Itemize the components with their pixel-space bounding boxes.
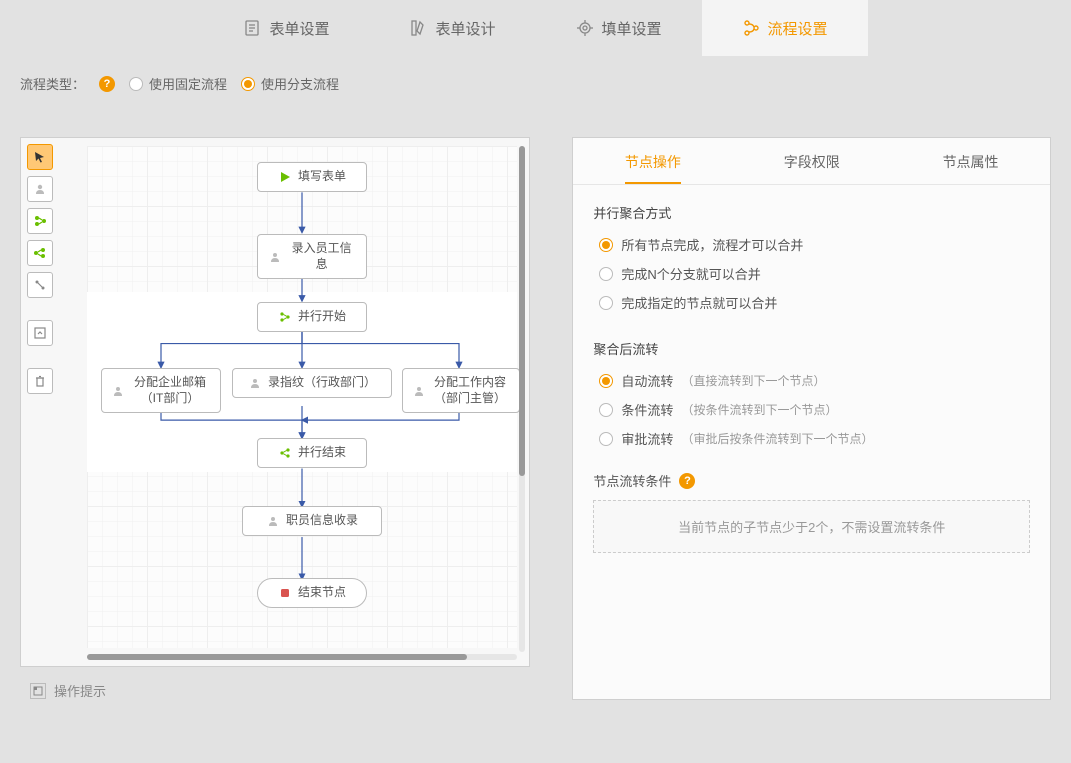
flow-canvas[interactable]: 填写表单 录入员工信息 并行开始 分配企业邮箱（IT部门） 录指纹（行政部门） …: [20, 137, 530, 667]
radio-icon: [599, 238, 613, 252]
radio-merge-all-label: 所有节点完成，流程才可以合并: [621, 235, 803, 254]
branch-icon: [278, 310, 292, 324]
cond-box: 当前节点的子节点少于2个，不需设置流转条件: [593, 500, 1030, 553]
radio-merge-n-label: 完成N个分支就可以合并: [621, 264, 760, 283]
tool-select[interactable]: [27, 144, 53, 170]
radio-post-approve-desc: （审批后按条件流转到下一个节点）: [681, 430, 873, 447]
node-label: 填写表单: [298, 169, 346, 185]
tool-merge-node[interactable]: [27, 240, 53, 266]
merge-icon: [278, 446, 292, 460]
cond-box-text: 当前节点的子节点少于2个，不需设置流转条件: [678, 520, 945, 535]
help-icon[interactable]: ?: [99, 76, 115, 92]
node-assign-work[interactable]: 分配工作内容（部门主管）: [402, 368, 520, 413]
tab-fill-settings-label: 填单设置: [602, 18, 662, 39]
form-settings-icon: [243, 19, 261, 37]
person-icon: [266, 514, 280, 528]
radio-icon: [599, 296, 613, 310]
radio-merge-n[interactable]: 完成N个分支就可以合并: [593, 259, 1030, 288]
radio-icon: [241, 77, 255, 91]
vertical-scrollbar[interactable]: [519, 146, 525, 652]
node-enter-employee[interactable]: 录入员工信息: [257, 234, 367, 279]
node-label: 并行结束: [298, 445, 346, 461]
radio-post-auto[interactable]: 自动流转 （直接流转到下一个节点）: [593, 366, 1030, 395]
operation-hint[interactable]: 操作提示: [20, 667, 548, 700]
person-icon: [112, 384, 124, 398]
radio-post-cond-desc: （按条件流转到下一个节点）: [681, 401, 837, 418]
tool-connector[interactable]: [27, 272, 53, 298]
radio-fixed-label: 使用固定流程: [149, 74, 227, 93]
person-icon: [413, 384, 425, 398]
help-icon[interactable]: ?: [679, 473, 695, 489]
radio-icon: [599, 403, 613, 417]
post-merge-title: 聚合后流转: [593, 339, 1030, 358]
node-fill-form[interactable]: 填写表单: [257, 162, 367, 192]
node-parallel-start[interactable]: 并行开始: [257, 302, 367, 332]
rp-tab-field-perm[interactable]: 字段权限: [784, 152, 840, 184]
node-label: 职员信息收录: [286, 513, 358, 529]
radio-icon: [599, 267, 613, 281]
play-icon: [278, 170, 292, 184]
radio-post-auto-desc: （直接流转到下一个节点）: [681, 372, 825, 389]
gear-icon: [576, 19, 594, 37]
radio-icon: [129, 77, 143, 91]
radio-post-approve-label: 审批流转: [621, 429, 673, 448]
rp-tab-node-attr[interactable]: 节点属性: [943, 152, 999, 184]
node-label: 录指纹（行政部门）: [268, 375, 376, 391]
tab-fill-settings[interactable]: 填单设置: [536, 0, 702, 56]
horizontal-scrollbar[interactable]: [87, 654, 517, 660]
radio-post-approve[interactable]: 审批流转 （审批后按条件流转到下一个节点）: [593, 424, 1030, 453]
radio-icon: [599, 374, 613, 388]
tab-process-settings-label: 流程设置: [768, 18, 828, 39]
radio-fixed-process[interactable]: 使用固定流程: [129, 74, 227, 93]
node-employee-record[interactable]: 职员信息收录: [242, 506, 382, 536]
radio-post-cond[interactable]: 条件流转 （按条件流转到下一个节点）: [593, 395, 1030, 424]
process-icon: [742, 19, 760, 37]
hint-icon: [30, 683, 46, 699]
node-label: 分配工作内容（部门主管）: [431, 375, 509, 406]
form-design-icon: [409, 19, 427, 37]
node-label: 录入员工信息: [287, 241, 356, 272]
node-end[interactable]: 结束节点: [257, 578, 367, 608]
op-hint-label: 操作提示: [54, 681, 106, 700]
radio-branch-label: 使用分支流程: [261, 74, 339, 93]
tool-fit[interactable]: [27, 320, 53, 346]
cond-title: 节点流转条件: [593, 471, 671, 490]
tab-form-design-label: 表单设计: [435, 18, 495, 39]
tool-person-node[interactable]: [27, 176, 53, 202]
radio-branch-process[interactable]: 使用分支流程: [241, 74, 339, 93]
node-assign-email[interactable]: 分配企业邮箱（IT部门）: [101, 368, 221, 413]
tab-process-settings[interactable]: 流程设置: [702, 0, 868, 56]
radio-merge-specific[interactable]: 完成指定的节点就可以合并: [593, 288, 1030, 317]
radio-post-cond-label: 条件流转: [621, 400, 673, 419]
tab-form-settings-label: 表单设置: [269, 18, 329, 39]
tab-form-settings[interactable]: 表单设置: [203, 0, 369, 56]
radio-post-auto-label: 自动流转: [621, 371, 673, 390]
merge-mode-title: 并行聚合方式: [593, 203, 1030, 222]
node-fingerprint[interactable]: 录指纹（行政部门）: [232, 368, 392, 398]
stop-icon: [278, 586, 292, 600]
radio-merge-all[interactable]: 所有节点完成，流程才可以合并: [593, 230, 1030, 259]
person-icon: [268, 250, 281, 264]
tab-form-design[interactable]: 表单设计: [369, 0, 535, 56]
node-label: 并行开始: [298, 309, 346, 325]
node-label: 结束节点: [298, 585, 346, 601]
radio-merge-specific-label: 完成指定的节点就可以合并: [621, 293, 777, 312]
rp-tab-node-op[interactable]: 节点操作: [625, 152, 681, 184]
node-parallel-end[interactable]: 并行结束: [257, 438, 367, 468]
tool-delete[interactable]: [27, 368, 53, 394]
radio-icon: [599, 432, 613, 446]
person-icon: [248, 376, 262, 390]
tool-branch-node[interactable]: [27, 208, 53, 234]
process-type-label: 流程类型：: [20, 74, 85, 93]
node-label: 分配企业邮箱（IT部门）: [130, 375, 210, 406]
